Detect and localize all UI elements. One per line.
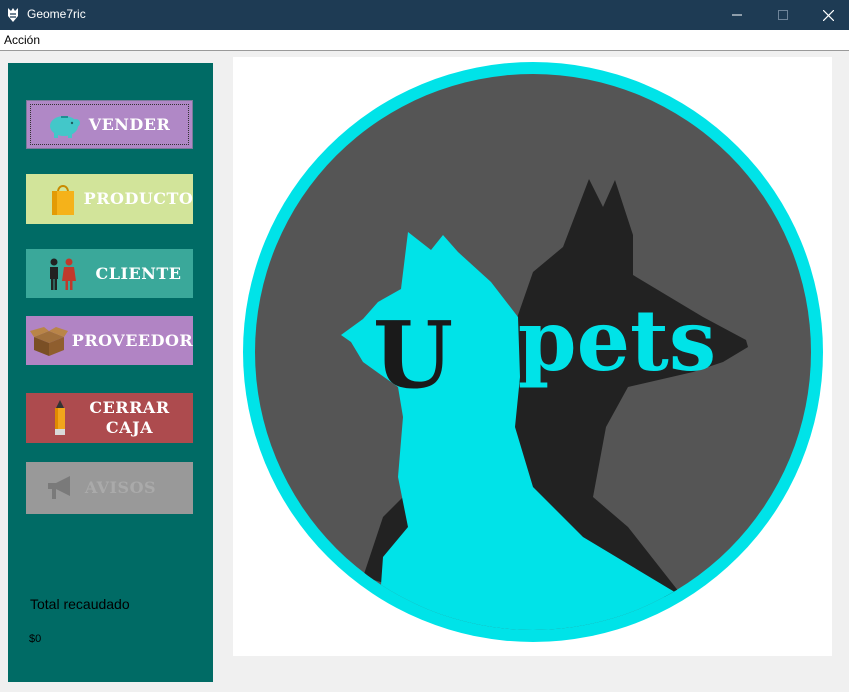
menu-accion[interactable]: Acción: [4, 33, 40, 47]
producto-label: PRODUCTO: [83, 189, 194, 208]
proveedor-label: PROVEEDOR: [71, 330, 194, 350]
total-value: $0: [29, 633, 42, 645]
avisos-button[interactable]: AVISOS: [26, 462, 193, 514]
sidebar: VENDER PRODUCTO CLIENTE PROVEEDOR CERRAR…: [8, 63, 213, 682]
producto-button[interactable]: PRODUCTO: [26, 174, 193, 224]
minimize-icon: [732, 14, 742, 16]
pencil-icon: [55, 400, 65, 435]
cerrar-caja-button[interactable]: CERRAR CAJA: [26, 393, 193, 443]
maximize-button[interactable]: [760, 0, 806, 30]
minimize-button[interactable]: [714, 0, 760, 30]
close-icon: [822, 9, 834, 21]
menu-bar: Acción: [0, 30, 849, 51]
people-icon: [50, 258, 76, 290]
upets-logo: U pets: [243, 62, 823, 642]
box-icon: [30, 326, 68, 356]
maximize-icon: [778, 10, 788, 20]
logo-panel: U pets: [233, 57, 832, 656]
cliente-label: CLIENTE: [95, 263, 182, 283]
megaphone-icon: [48, 476, 70, 499]
cliente-button[interactable]: CLIENTE: [26, 249, 193, 298]
total-label: Total recaudado: [30, 596, 130, 612]
shopping-bag-icon: [52, 185, 74, 215]
vender-button[interactable]: VENDER: [26, 100, 193, 149]
cerrar-caja-label: CERRAR CAJA: [89, 398, 170, 437]
logo-word: pets: [518, 291, 716, 390]
window-title: Geome7ric: [27, 7, 86, 21]
close-button[interactable]: [805, 0, 849, 30]
piggy-bank-icon: [50, 115, 80, 138]
title-bar: Geome7ric: [0, 0, 849, 30]
proveedor-button[interactable]: PROVEEDOR: [26, 316, 193, 365]
avisos-label: AVISOS: [84, 478, 157, 497]
app-icon: [8, 8, 18, 22]
logo-letter: U: [373, 301, 453, 409]
